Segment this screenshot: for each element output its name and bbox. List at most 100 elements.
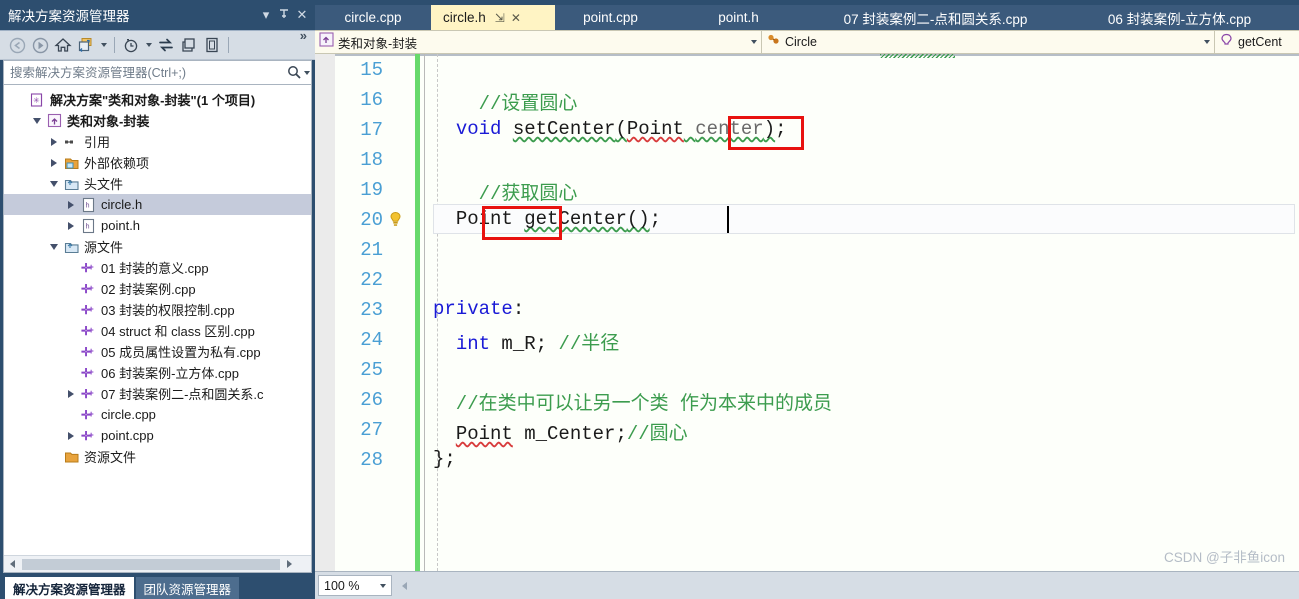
editor-tab-label: point.cpp xyxy=(583,10,638,25)
code-editor[interactable]: 15 16 //设置圆心 17 void setCenter(Point cente… xyxy=(315,54,1299,571)
chevron-down-icon[interactable] xyxy=(746,40,761,44)
code-line-text[interactable]: //获取圆心 xyxy=(433,178,578,205)
editor-tab-label: 06 封装案例-立方体.cpp xyxy=(1107,11,1252,27)
sync-document-icon[interactable] xyxy=(75,34,97,56)
search-box[interactable] xyxy=(3,60,312,85)
navbar-class-combo[interactable]: Circle xyxy=(762,31,1215,53)
zoom-level-combo[interactable]: 100 % xyxy=(318,575,392,596)
solution-tree-container[interactable]: ✳ 解决方案"类和对象-封装"(1 个项目) 类和对象-封装 引用 外部依赖项头文件 h c… xyxy=(3,85,312,573)
tree-item-label: 头文件 xyxy=(84,177,124,192)
home-icon[interactable] xyxy=(52,34,74,56)
dropdown-icon[interactable]: ▾ xyxy=(257,7,275,23)
code-top-border xyxy=(315,54,1299,56)
editor-tab-5[interactable]: 06 封装案例-立方体.cpp xyxy=(1060,5,1299,30)
chevron-right-icon[interactable] xyxy=(63,389,79,398)
back-icon[interactable] xyxy=(6,34,28,56)
lightbulb-icon[interactable] xyxy=(388,211,403,228)
tree-item-label: 03 封装的权限控制.cpp xyxy=(101,303,235,318)
svg-text:✳: ✳ xyxy=(33,96,40,105)
editor-tab-3[interactable]: point.h xyxy=(666,5,811,30)
chevron-right-icon[interactable] xyxy=(63,200,79,209)
line-number: 19 xyxy=(360,179,383,201)
scrollbar-thumb[interactable] xyxy=(22,558,280,570)
tree-item--[interactable]: 类和对象-封装 xyxy=(4,110,311,131)
clock-icon[interactable] xyxy=(120,34,142,56)
chevron-down-icon[interactable] xyxy=(375,583,391,588)
code-line-text[interactable]: void setCenter(Point center); xyxy=(433,118,787,140)
code-line-text[interactable]: Point getCenter(); xyxy=(433,208,661,230)
chevron-right-icon[interactable] xyxy=(46,137,62,146)
cpp-file-icon: ✛ + xyxy=(79,344,98,360)
scroll-left-icon[interactable] xyxy=(4,556,21,573)
panel-tab-1[interactable]: 团队资源管理器 xyxy=(135,577,240,599)
tree-item-label: point.cpp xyxy=(101,428,154,443)
tree-item-01.cpp[interactable]: ✛ +01 封装的意义.cpp xyxy=(4,257,311,278)
swap-arrows-icon[interactable] xyxy=(155,34,177,56)
chevron-right-icon[interactable] xyxy=(63,431,79,440)
tree-horizontal-scrollbar[interactable] xyxy=(4,555,311,572)
chevron-down-icon[interactable] xyxy=(46,243,62,250)
code-line-text[interactable]: }; xyxy=(433,448,456,470)
tab-close-icon[interactable]: ✕ xyxy=(511,11,521,25)
comment-token: //获取圆心 xyxy=(433,183,578,205)
panel-tab-0[interactable]: 解决方案资源管理器 xyxy=(5,577,134,599)
pin-icon[interactable] xyxy=(275,8,293,23)
chevron-right-icon[interactable] xyxy=(46,158,62,167)
toolbar-separator-2 xyxy=(228,37,229,53)
comment-token: //圆心 xyxy=(626,423,688,445)
search-icon[interactable] xyxy=(285,65,311,80)
editor-tab-4[interactable]: 07 封装案例二-点和圆关系.cpp xyxy=(811,5,1060,30)
change-indicator-bar xyxy=(415,54,420,571)
chevron-down-icon[interactable] xyxy=(46,180,62,187)
line-number: 17 xyxy=(360,119,383,141)
navbar-member-combo[interactable]: getCent xyxy=(1215,31,1299,53)
chevron-right-icon[interactable] xyxy=(63,221,79,230)
tree-item-node17[interactable]: 资源文件 xyxy=(4,446,311,467)
tree-item-circle.cpp[interactable]: ✛ + circle.cpp xyxy=(4,404,311,425)
code-line-text[interactable]: private: xyxy=(433,298,524,320)
identifier-token-warning: setCenter xyxy=(512,118,616,140)
line-number: 28 xyxy=(360,449,383,471)
keyword-token: int xyxy=(455,333,491,355)
tree-item-circle.h[interactable]: h circle.h xyxy=(4,194,311,215)
tree-item-node4[interactable]: 头文件 xyxy=(4,173,311,194)
tree-item-node3[interactable]: 外部依赖项 xyxy=(4,152,311,173)
svg-text:+: + xyxy=(88,388,93,398)
sync-document-dropdown-icon[interactable] xyxy=(98,34,109,56)
close-icon[interactable]: ✕ xyxy=(293,7,311,23)
editor-tab-2[interactable]: point.cpp xyxy=(555,5,666,30)
line-number: 15 xyxy=(360,59,383,81)
tree-item-node2[interactable]: 引用 xyxy=(4,131,311,152)
tree-item-03.cpp[interactable]: ✛ +03 封装的权限控制.cpp xyxy=(4,299,311,320)
tree-item--1[interactable]: ✳ 解决方案"类和对象-封装"(1 个项目) xyxy=(4,89,311,110)
type-token-error: Point xyxy=(626,118,684,140)
code-line-text[interactable]: //在类中可以让另一个类 作为本来中的成员 xyxy=(433,388,832,415)
tree-item-04structclass.cpp[interactable]: ✛ +04 struct 和 class 区别.cpp xyxy=(4,320,311,341)
editor-tab-0[interactable]: circle.cpp xyxy=(315,5,431,30)
tree-item-label: circle.h xyxy=(101,197,143,212)
tree-item-05.cpp[interactable]: ✛ +05 成员属性设置为私有.cpp xyxy=(4,341,311,362)
scroll-left-icon[interactable] xyxy=(396,575,413,596)
collapse-all-icon[interactable] xyxy=(178,34,200,56)
navbar-scope-combo[interactable]: 类和对象-封装 xyxy=(315,31,762,53)
editor-tab-1[interactable]: circle.h ⇲ ✕ xyxy=(431,5,555,30)
search-input[interactable] xyxy=(4,61,285,84)
tree-item-02.cpp[interactable]: ✛ +02 封装案例.cpp xyxy=(4,278,311,299)
code-line-text[interactable]: //设置圆心 xyxy=(433,88,578,115)
chevron-down-icon[interactable] xyxy=(29,117,45,124)
code-line-text[interactable]: Point m_Center;//圆心 xyxy=(433,418,688,445)
tree-item-point.h[interactable]: h point.h xyxy=(4,215,311,236)
toolbar-overflow-button[interactable]: » xyxy=(300,29,311,42)
tree-item-point.cpp[interactable]: ✛ + point.cpp xyxy=(4,425,311,446)
clock-dropdown-icon[interactable] xyxy=(143,34,154,56)
scroll-right-icon[interactable] xyxy=(281,556,298,573)
properties-icon[interactable] xyxy=(201,34,223,56)
tab-pin-icon[interactable]: ⇲ xyxy=(495,11,505,25)
code-line-text[interactable]: int m_R; //半径 xyxy=(433,328,619,355)
chevron-down-icon[interactable] xyxy=(1199,40,1214,44)
forward-icon[interactable] xyxy=(29,34,51,56)
tree-item-node7[interactable]: 源文件 xyxy=(4,236,311,257)
tree-item-06-.cpp[interactable]: ✛ +06 封装案例-立方体.cpp xyxy=(4,362,311,383)
tree-item-07-.c[interactable]: ✛ +07 封装案例二-点和圆关系.c xyxy=(4,383,311,404)
